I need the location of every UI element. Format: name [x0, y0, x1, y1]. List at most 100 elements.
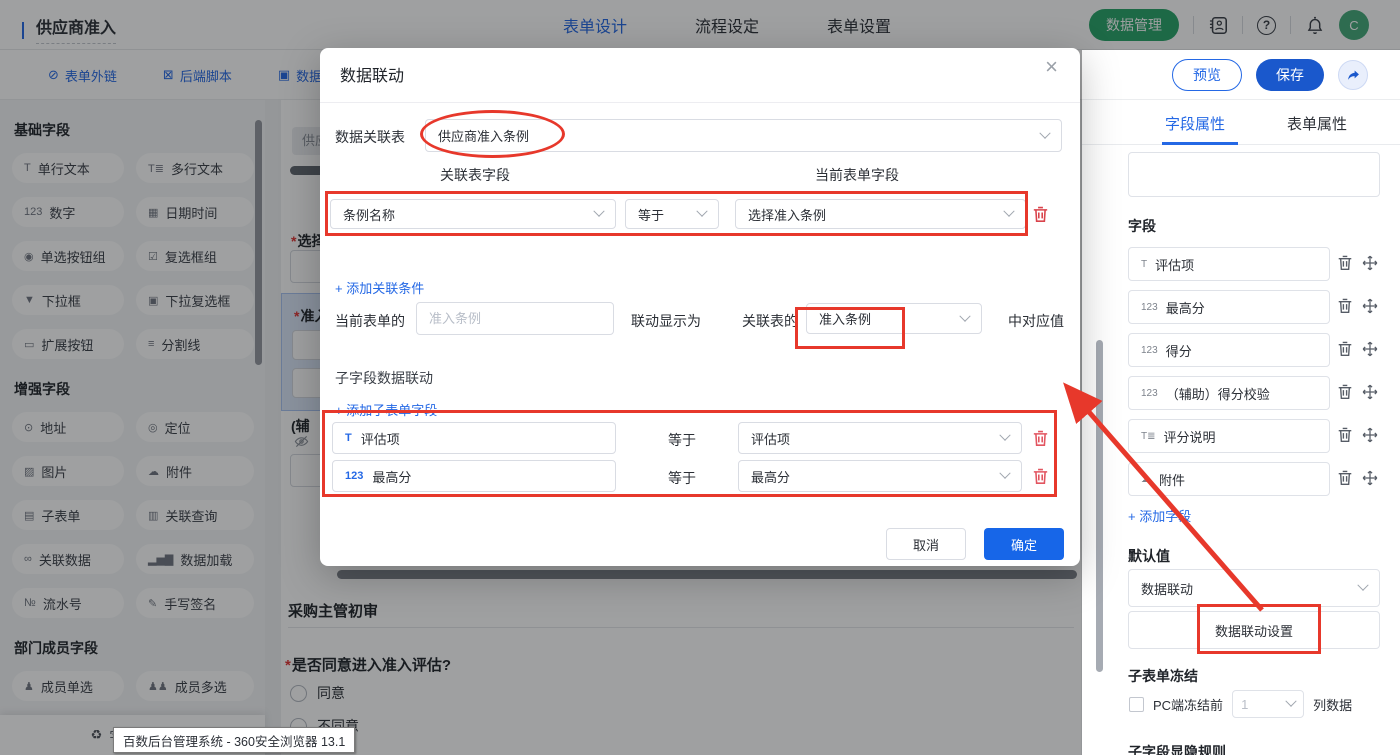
subfield-operator-label: 等于	[668, 468, 696, 488]
chevron-down-icon	[959, 310, 970, 321]
mapping-target-value: 准入条例	[819, 309, 871, 328]
mapping-target-select[interactable]: 准入条例	[806, 303, 982, 334]
subfield-source-box[interactable]: T 评估项	[332, 422, 616, 454]
condition-target-select[interactable]: 选择准入条例	[735, 199, 1026, 229]
mapping-field-input[interactable]	[416, 302, 614, 335]
subfield-target-value: 最高分	[751, 467, 790, 486]
save-button[interactable]: 保存	[1256, 59, 1324, 91]
relation-table-label: 数据关联表	[335, 127, 405, 147]
field-row-label: （辅助）得分校验	[1166, 384, 1270, 403]
condition-field-select[interactable]: 条例名称	[330, 199, 616, 229]
freeze-count-value: 1	[1241, 697, 1248, 712]
field-row-item[interactable]: T 评估项	[1128, 247, 1330, 281]
share-button[interactable]	[1338, 60, 1368, 90]
relation-table-select[interactable]: 供应商准入条例	[425, 119, 1062, 152]
confirm-button[interactable]: 确定	[984, 528, 1064, 560]
trash-icon[interactable]	[1337, 298, 1355, 316]
data-linkage-settings-button[interactable]: 数据联动设置	[1128, 611, 1380, 649]
field-row-label: 最高分	[1166, 298, 1205, 317]
trash-icon[interactable]	[1032, 206, 1049, 223]
add-field-link[interactable]: + 添加字段	[1128, 506, 1191, 525]
number-icon: 123	[1141, 388, 1158, 399]
field-row-item[interactable]: T≣ 评分说明	[1128, 419, 1330, 453]
panel-scrollbar[interactable]	[1096, 340, 1103, 672]
field-row-label: 评分说明	[1164, 427, 1216, 446]
field-row-item[interactable]: 123 （辅助）得分校验	[1128, 376, 1330, 410]
freeze-suffix: 列数据	[1313, 695, 1352, 714]
data-linkage-modal: 数据联动 × 数据关联表 供应商准入条例 关联表字段 当前表单字段 条例名称 等…	[320, 48, 1080, 566]
move-icon[interactable]	[1362, 427, 1380, 445]
fields-section-title: 字段	[1128, 216, 1156, 236]
add-subfield-link[interactable]: + 添加子表单字段	[335, 400, 437, 419]
tab-field-properties[interactable]: 字段属性	[1165, 113, 1225, 134]
field-row-label: 得分	[1166, 341, 1192, 360]
preview-button[interactable]: 预览	[1172, 59, 1242, 91]
field-description-box[interactable]	[1128, 152, 1380, 197]
subfield-source-label: 最高分	[372, 467, 411, 486]
hidden-rule-title: 子字段显隐规则	[1128, 742, 1226, 755]
cancel-button[interactable]: 取消	[886, 528, 966, 560]
app-window: 供应商准入 表单设计 流程设定 表单设置 数据管理 ? C ⊘ 表单	[0, 0, 1400, 755]
field-row-label: 附件	[1159, 470, 1185, 489]
trash-icon[interactable]	[1337, 427, 1355, 445]
column-header-left: 关联表字段	[440, 165, 510, 185]
tab-form-properties[interactable]: 表单属性	[1287, 113, 1347, 134]
default-value-text: 数据联动	[1141, 579, 1193, 598]
field-row-label: 评估项	[1155, 255, 1194, 274]
dim-overlay-top	[0, 0, 1400, 50]
add-condition-link[interactable]: + 添加关联条件	[335, 278, 424, 297]
panel-tabs: 字段属性 表单属性	[1082, 100, 1400, 145]
condition-field-value: 条例名称	[343, 205, 395, 224]
freeze-checkbox[interactable]	[1129, 697, 1144, 712]
freeze-count-select[interactable]: 1	[1232, 690, 1304, 718]
chevron-down-icon	[696, 206, 707, 217]
trash-icon[interactable]	[1337, 384, 1355, 402]
trash-icon[interactable]	[1032, 430, 1049, 447]
chevron-down-icon	[1003, 206, 1014, 217]
trash-icon[interactable]	[1032, 468, 1049, 485]
number-icon: 123	[1141, 302, 1158, 313]
field-row-item[interactable]: ☁ 附件	[1128, 462, 1330, 496]
textarea-icon: T≣	[1141, 431, 1156, 442]
field-row-item[interactable]: 123 得分	[1128, 333, 1330, 367]
move-icon[interactable]	[1362, 298, 1380, 316]
trash-icon[interactable]	[1337, 255, 1355, 273]
trash-icon[interactable]	[1337, 341, 1355, 359]
properties-panel: 字段属性 表单属性 字段 T 评估项 123 最高分 123 得分 123 （辅助）得分…	[1082, 100, 1400, 755]
chevron-down-icon	[1357, 580, 1368, 591]
modal-title: 数据联动	[340, 62, 404, 86]
condition-target-value: 选择准入条例	[748, 205, 826, 224]
attachment-icon: ☁	[1141, 474, 1151, 485]
subfield-target-select[interactable]: 评估项	[738, 422, 1022, 454]
subform-freeze-title: 子表单冻结	[1128, 666, 1198, 686]
move-icon[interactable]	[1362, 470, 1380, 488]
subfield-target-value: 评估项	[751, 429, 790, 448]
chevron-down-icon	[1285, 696, 1296, 707]
active-tab-underline	[1162, 142, 1238, 145]
move-icon[interactable]	[1362, 384, 1380, 402]
mapping-middle-label: 联动显示为	[631, 311, 701, 331]
relation-table-value: 供应商准入条例	[438, 126, 529, 145]
freeze-label: PC端冻结前	[1153, 695, 1223, 714]
default-value-select[interactable]: 数据联动	[1128, 569, 1380, 607]
mapping-table-prefix-label: 关联表的	[742, 311, 798, 331]
text-icon: T	[345, 432, 352, 444]
subfield-source-label: 评估项	[361, 429, 400, 448]
chevron-down-icon	[999, 430, 1010, 441]
field-row-item[interactable]: 123 最高分	[1128, 290, 1330, 324]
condition-operator-select[interactable]: 等于	[625, 199, 719, 229]
condition-operator-value: 等于	[638, 205, 664, 224]
chevron-down-icon	[999, 468, 1010, 479]
subfield-operator-label: 等于	[668, 430, 696, 450]
freeze-row: PC端冻结前 1 列数据	[1129, 690, 1352, 718]
trash-icon[interactable]	[1337, 470, 1355, 488]
move-icon[interactable]	[1362, 255, 1380, 273]
close-icon[interactable]: ×	[1045, 56, 1058, 78]
text-icon: T	[1141, 259, 1147, 270]
move-icon[interactable]	[1362, 341, 1380, 359]
number-icon: 123	[1141, 345, 1158, 356]
mapping-prefix-label: 当前表单的	[335, 311, 405, 331]
mapping-suffix-label: 中对应值	[1008, 311, 1064, 331]
subfield-source-box[interactable]: 123 最高分	[332, 460, 616, 492]
subfield-target-select[interactable]: 最高分	[738, 460, 1022, 492]
